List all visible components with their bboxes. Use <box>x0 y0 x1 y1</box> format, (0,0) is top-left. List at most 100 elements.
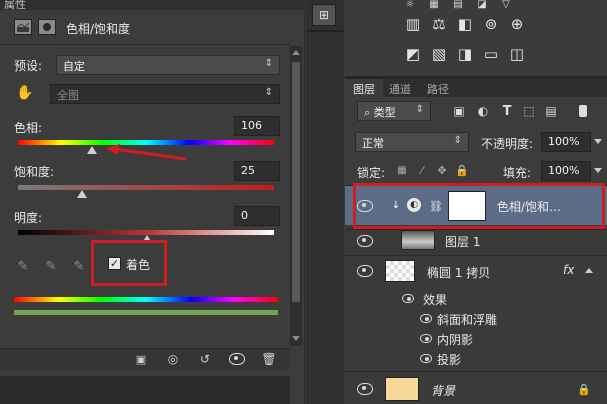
lock-brush-icon[interactable]: ⁄ <box>415 163 429 177</box>
colorize-label[interactable]: 着色 <box>126 256 150 273</box>
effect-name: 斜面和浮雕 <box>437 313 498 327</box>
visibility-toggle[interactable] <box>357 264 373 278</box>
visibility-toggle[interactable] <box>357 234 373 248</box>
saturation-label: 饱和度: <box>14 165 55 179</box>
eye-icon <box>229 353 245 365</box>
eyedropper-icon[interactable]: ✎ <box>14 257 32 275</box>
layer-row-ellipse-copy[interactable]: 椭圆 1 拷贝 fx <box>345 255 607 285</box>
hue-value-input[interactable]: 106 <box>234 116 280 136</box>
lightness-value: 0 <box>241 209 248 222</box>
vibrance-icon[interactable]: ▽ <box>497 0 515 10</box>
effect-row-bevel[interactable]: 斜面和浮雕 <box>345 309 607 329</box>
eyedropper-subtract-icon[interactable]: ✎ <box>70 257 88 275</box>
effect-row-drop-shadow[interactable]: 投影 <box>345 349 607 369</box>
gradient-map-icon[interactable]: ▭ <box>481 44 501 64</box>
layer-thumbnail <box>385 377 419 401</box>
tab-paths[interactable]: 路径 <box>427 81 449 97</box>
filter-adjustment-icon[interactable]: ◐ <box>475 103 491 119</box>
annotation-arrow <box>106 144 187 161</box>
hue-slider-thumb[interactable] <box>87 146 97 154</box>
lock-transparent-icon[interactable]: ▦ <box>395 163 409 177</box>
brightness-icon[interactable]: ☼ <box>401 0 419 10</box>
channel-value: 全图 <box>57 89 79 102</box>
layer-row-layer-1[interactable]: 图层 1 <box>345 229 607 251</box>
black-white-icon[interactable]: ◧ <box>455 14 475 34</box>
reset-icon[interactable]: ↺ <box>196 351 214 367</box>
layers-list: ↓ ◐ ⛓ 色相/饱和… 图层 1 椭圆 1 拷贝 fx 效果 斜面和浮雕 内阴… <box>345 183 607 404</box>
visibility-icon[interactable] <box>228 351 246 367</box>
lock-label: 锁定: <box>357 166 386 180</box>
colorize-checkbox[interactable]: ✓ <box>108 257 121 270</box>
properties-tab[interactable]: 属性 <box>4 0 26 12</box>
view-previous-icon[interactable]: ◎ <box>164 351 182 367</box>
hand-tool-icon[interactable]: ✋ <box>16 84 34 102</box>
photo-filter-icon[interactable]: ▥ <box>403 14 423 34</box>
opacity-dropdown-arrow[interactable] <box>594 139 602 144</box>
blend-mode-select[interactable]: 正常 <box>355 132 469 152</box>
layer-row-background[interactable]: 背景 🔒 <box>345 371 607 404</box>
filter-shape-icon[interactable]: ⬚ <box>521 103 537 119</box>
effect-visibility-toggle[interactable] <box>419 332 433 344</box>
preset-label: 预设: <box>14 59 43 73</box>
layer-name: 椭圆 1 拷贝 <box>427 266 491 280</box>
color-lookup-icon[interactable]: ⊕ <box>507 14 527 34</box>
filter-toggle[interactable] <box>579 105 587 117</box>
channel-select[interactable]: 全图 <box>50 84 280 104</box>
effects-visibility-toggle[interactable] <box>401 292 415 304</box>
visibility-toggle[interactable] <box>357 382 373 396</box>
effect-name: 内阴影 <box>437 333 474 347</box>
saturation-slider-track[interactable] <box>18 185 274 190</box>
result-color-bar <box>14 310 278 315</box>
selective-color-icon[interactable]: ◫ <box>507 44 527 64</box>
threshold-icon[interactable]: ◨ <box>455 44 475 64</box>
lightness-value-input[interactable]: 0 <box>234 206 280 226</box>
effect-row-inner-shadow[interactable]: 内阴影 <box>345 329 607 349</box>
filter-smart-icon[interactable]: ▤ <box>543 103 559 119</box>
effects-row[interactable]: 效果 <box>345 289 607 309</box>
levels-icon[interactable]: ▦ <box>425 0 443 10</box>
trash-icon[interactable]: 🗑 <box>260 351 278 367</box>
scroll-thumb[interactable] <box>292 62 300 302</box>
fx-badge[interactable]: fx <box>563 263 574 277</box>
eye-icon <box>357 265 373 277</box>
fill-label: 填充: <box>503 166 532 180</box>
fill-dropdown-arrow[interactable] <box>594 168 602 173</box>
scroll-down-arrow[interactable] <box>292 336 300 341</box>
layer-name: 背景 <box>431 384 456 398</box>
exposure-icon[interactable]: ◪ <box>473 0 491 10</box>
layer-name: 图层 1 <box>445 235 481 249</box>
posterize-icon[interactable]: ▧ <box>429 44 449 64</box>
panel-toggle-icon[interactable]: ⊞ <box>312 4 336 26</box>
eye-icon <box>402 293 414 303</box>
dock-strip: ⊞ <box>306 0 344 404</box>
channel-mixer-icon[interactable]: ⊚ <box>481 14 501 34</box>
opacity-input[interactable]: 100% <box>541 132 591 152</box>
balance-icon[interactable]: ⚖ <box>429 14 449 34</box>
fill-value: 100% <box>548 164 580 177</box>
expand-arrow[interactable] <box>585 268 593 273</box>
layer-thumbnail <box>385 260 415 282</box>
tab-channels[interactable]: 通道 <box>389 81 411 97</box>
lock-all-icon[interactable]: 🔒 <box>455 163 469 177</box>
adjustments-panel: ☼ ▦ ▤ ◪ ▽ ▥ ⚖ ◧ ⊚ ⊕ ◩ ▧ ◨ ▭ ◫ <box>345 0 607 76</box>
preset-select[interactable]: 自定 <box>56 55 280 75</box>
effect-visibility-toggle[interactable] <box>419 312 433 324</box>
layer-filter-select[interactable]: ⌕ 类型 <box>357 101 431 121</box>
invert-icon[interactable]: ◩ <box>403 44 423 64</box>
properties-scrollbar[interactable] <box>290 46 302 346</box>
tab-layers[interactable]: 图层 <box>345 79 383 97</box>
mask-icon[interactable] <box>38 19 56 35</box>
effect-visibility-toggle[interactable] <box>419 352 433 364</box>
filter-pixel-icon[interactable]: ▣ <box>451 103 467 119</box>
scroll-up-arrow[interactable] <box>292 50 300 55</box>
curves-icon[interactable]: ▤ <box>449 0 467 10</box>
eyedropper-add-icon[interactable]: ✎ <box>42 257 60 275</box>
fill-input[interactable]: 100% <box>541 161 591 181</box>
saturation-slider-thumb[interactable] <box>77 190 87 198</box>
filter-type-icon[interactable]: T <box>499 103 515 119</box>
clip-to-layer-icon[interactable]: ▣ <box>132 351 150 367</box>
eye-icon <box>357 383 373 395</box>
lightness-label: 明度: <box>14 211 43 225</box>
lock-move-icon[interactable]: ✥ <box>435 163 449 177</box>
saturation-value-input[interactable]: 25 <box>234 161 280 181</box>
